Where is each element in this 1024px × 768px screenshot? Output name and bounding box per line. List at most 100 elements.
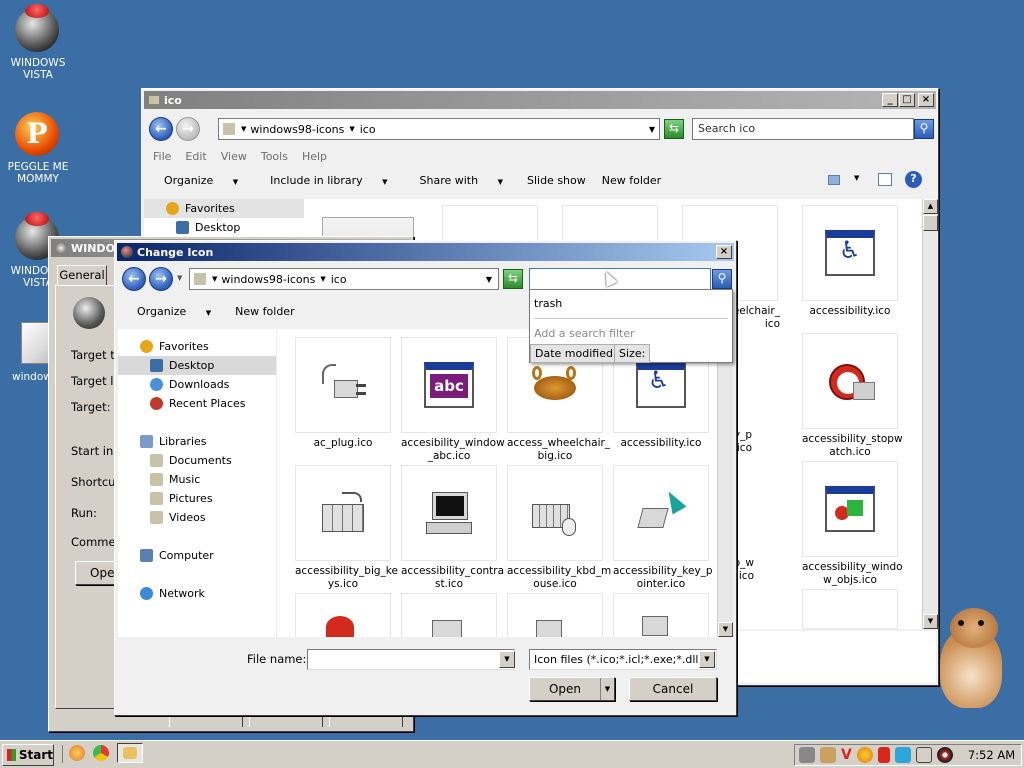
nav-music[interactable]: Music — [118, 470, 276, 489]
nav-recent-places[interactable]: Recent Places — [118, 394, 276, 413]
file-tile[interactable] — [401, 593, 497, 637]
open-button[interactable]: Open ▼ — [529, 677, 615, 701]
chevron-down-icon[interactable]: ▼ — [486, 275, 492, 284]
filename-input[interactable] — [307, 649, 515, 670]
nav-downloads[interactable]: Downloads — [118, 375, 276, 394]
view-options-icon[interactable] — [828, 175, 840, 185]
back-button[interactable]: ← — [149, 117, 173, 141]
refresh-button[interactable]: ⇆ — [664, 119, 684, 139]
tab-general[interactable]: General — [57, 265, 107, 285]
new-folder-button[interactable]: New folder — [227, 305, 302, 318]
file-tile[interactable]: accessibility_windo w_objs.ico — [802, 461, 903, 586]
help-icon[interactable]: ? — [905, 171, 922, 188]
address-bar[interactable]: ▼ windows98-icons ▼ ico ▼ — [218, 118, 660, 140]
search-input[interactable]: Search ico — [692, 118, 914, 140]
share-with-button[interactable]: Share with ▼ — [404, 174, 519, 187]
file-tile[interactable] — [802, 589, 898, 629]
file-tile[interactable]: accessibility_key_p ointer.ico — [613, 465, 713, 590]
address-bar[interactable]: ▼ windows98-icons ▼ ico ▼ — [189, 268, 499, 290]
tray-v-icon[interactable]: V — [841, 747, 852, 763]
nav-libraries[interactable]: Libraries — [118, 432, 276, 451]
nav-videos[interactable]: Videos — [118, 508, 276, 527]
nav-network[interactable]: Network — [118, 584, 276, 603]
file-tile[interactable]: ac_plug.ico — [295, 337, 391, 450]
new-folder-button[interactable]: New folder — [594, 174, 669, 187]
file-tile[interactable] — [562, 205, 658, 245]
file-tile[interactable]: abc accesibility_window _abc.ico — [401, 337, 505, 462]
file-tile[interactable]: accessibility_stopw atch.ico — [802, 333, 903, 458]
file-type-select[interactable]: Icon files (*.ico;*.icl;*.exe;*.dll) — [529, 649, 717, 670]
search-icon[interactable]: ⚲ — [712, 269, 732, 289]
minimize-button[interactable]: _ — [882, 93, 898, 107]
file-tile[interactable] — [613, 593, 709, 637]
filename-dropdown-arrow[interactable]: ▼ — [499, 651, 515, 668]
nav-favorites[interactable]: Favorites — [118, 337, 276, 356]
filter-date-modified[interactable]: Date modified: — [530, 344, 622, 363]
explorer-task-button[interactable] — [117, 743, 143, 763]
tray-tool-icon[interactable] — [820, 747, 836, 763]
maximize-button[interactable]: □ — [899, 93, 915, 107]
nav-pictures[interactable]: Pictures — [118, 489, 276, 508]
tray-media-icon[interactable] — [936, 747, 953, 763]
menu-edit[interactable]: Edit — [178, 150, 213, 163]
tray-search-icon[interactable] — [856, 747, 873, 763]
desktop-icon-vista-1[interactable]: WINDOWS VISTA — [0, 4, 76, 81]
menu-help[interactable]: Help — [295, 150, 334, 163]
tray-flag-icon[interactable] — [877, 747, 890, 763]
search-icon[interactable]: ⚲ — [914, 119, 934, 139]
file-tile[interactable]: ♿ accessibility.ico — [802, 205, 898, 318]
nav-desktop[interactable]: Desktop — [118, 356, 276, 375]
include-library-button[interactable]: Include in library ▼ — [254, 174, 403, 187]
file-type-dropdown-arrow[interactable]: ▼ — [699, 651, 715, 668]
forward-button[interactable]: → — [176, 117, 200, 141]
cancel-button[interactable]: Cancel — [629, 677, 717, 701]
menu-view[interactable]: View — [214, 150, 254, 163]
vertical-scrollbar[interactable]: ▲ ▼ — [717, 329, 733, 637]
menu-file[interactable]: File — [146, 150, 178, 163]
explorer-titlebar[interactable]: ico _ □ × — [144, 91, 936, 109]
tray-app-icon[interactable] — [799, 747, 815, 763]
vertical-scrollbar[interactable]: ▲ ▼ — [922, 199, 938, 629]
nav-desktop[interactable]: Desktop — [144, 218, 304, 237]
nav-favorites[interactable]: Favorites — [144, 199, 304, 218]
tray-network-icon[interactable] — [894, 747, 911, 763]
search-input[interactable] — [529, 268, 711, 290]
refresh-button[interactable]: ⇆ — [503, 269, 523, 289]
clock[interactable]: 7:52 AM — [968, 748, 1015, 762]
close-button[interactable]: × — [918, 93, 934, 107]
paint-icon[interactable] — [69, 745, 85, 761]
chrome-icon[interactable] — [93, 745, 109, 761]
slide-show-button[interactable]: Slide show — [519, 174, 594, 187]
breadcrumb-item[interactable]: windows98-icons — [250, 123, 344, 136]
file-tile[interactable] — [442, 205, 538, 245]
chevron-down-icon[interactable]: ▼ — [649, 125, 655, 134]
nav-computer[interactable]: Computer — [118, 546, 276, 565]
menu-tools[interactable]: Tools — [254, 150, 295, 163]
scroll-thumb[interactable] — [923, 215, 938, 231]
breadcrumb-item[interactable]: windows98-icons — [221, 273, 315, 286]
file-tile[interactable] — [295, 593, 391, 637]
file-tile[interactable]: accessibility_kbd_m ouse.ico — [507, 465, 611, 590]
desktop-icon-peggle[interactable]: P PEGGLE ME MOMMY — [0, 112, 76, 185]
recent-pages-chevron-icon[interactable]: ▼ — [177, 274, 182, 282]
forward-button[interactable]: → — [149, 267, 173, 291]
open-dropdown-icon[interactable]: ▼ — [600, 678, 614, 700]
search-suggestion-item[interactable]: trash — [534, 297, 562, 310]
breadcrumb-item[interactable]: ico — [331, 273, 347, 286]
file-tile[interactable] — [507, 593, 603, 637]
start-button[interactable]: Start — [2, 744, 54, 766]
dialog-titlebar[interactable]: Change Icon × — [117, 243, 734, 261]
scroll-up-arrow[interactable]: ▲ — [923, 199, 938, 214]
scroll-down-arrow[interactable]: ▼ — [718, 622, 733, 637]
organize-button[interactable]: Organize ▼ — [148, 174, 254, 187]
file-tile[interactable]: accessibility_contra st.ico — [401, 465, 504, 590]
nav-documents[interactable]: Documents — [118, 451, 276, 470]
tray-volume-icon[interactable] — [915, 747, 932, 763]
filter-size[interactable]: Size: — [614, 344, 651, 363]
back-button[interactable]: ← — [122, 267, 146, 291]
organize-button[interactable]: Organize ▼ — [121, 305, 227, 318]
close-button[interactable]: × — [716, 245, 732, 259]
breadcrumb-item[interactable]: ico — [360, 123, 376, 136]
file-tile[interactable]: accessibility_big_ke ys.ico — [295, 465, 398, 590]
preview-pane-icon[interactable] — [878, 173, 892, 186]
